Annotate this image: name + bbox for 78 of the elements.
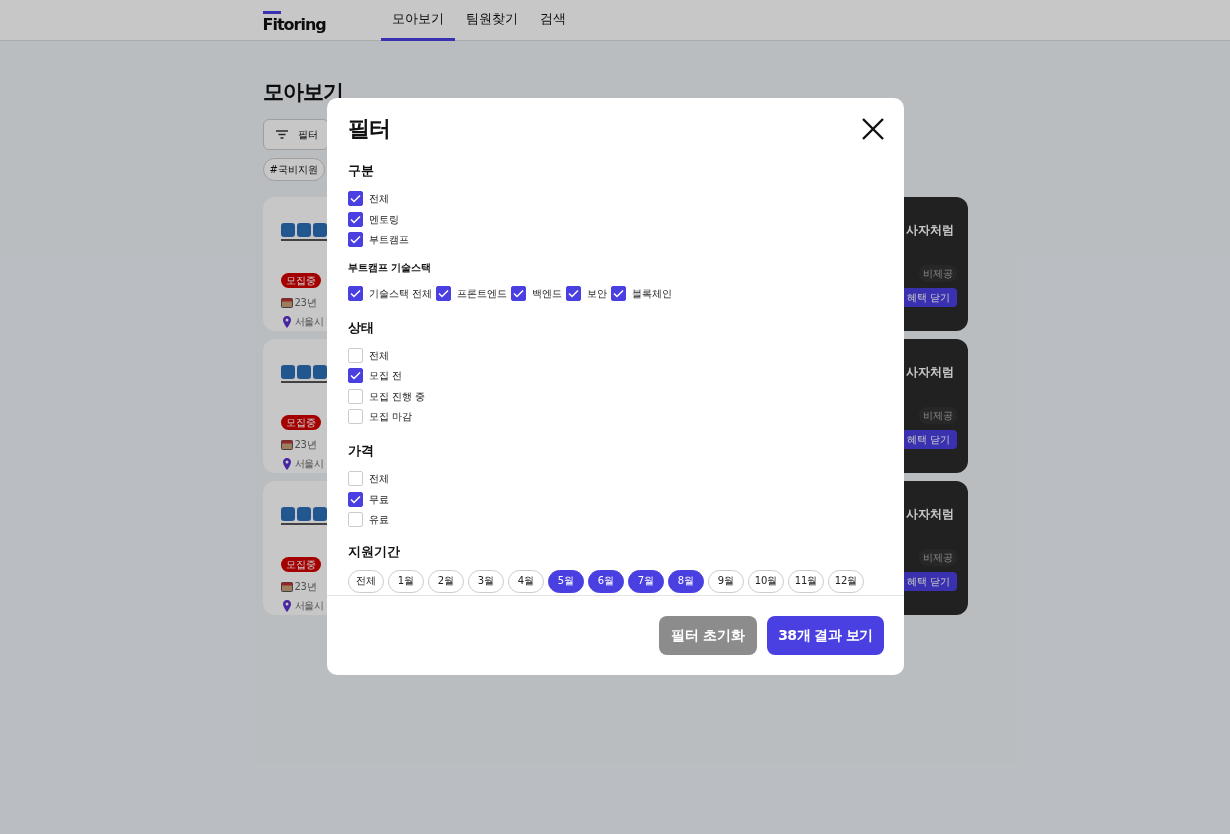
pin-icon — [280, 457, 293, 470]
checkbox[interactable] — [348, 211, 363, 227]
month-chip[interactable]: 2월 — [428, 569, 464, 593]
month-chip[interactable]: 11월 — [788, 569, 824, 593]
month-chip[interactable]: 10월 — [748, 569, 784, 593]
checkbox-label: 멘토링 — [369, 212, 399, 227]
month-chip[interactable]: 7월 — [628, 569, 664, 593]
pin-icon — [280, 315, 293, 328]
page-title: 모아보기 — [262, 80, 344, 106]
card-title: 사자처럼 — [905, 506, 954, 524]
month-chip[interactable]: 6월 — [588, 569, 624, 593]
tag-chip: 비제공 — [918, 549, 957, 567]
logo-drawing — [280, 504, 327, 527]
checkbox[interactable] — [348, 232, 363, 248]
checkbox-label: 블록체인 — [632, 286, 673, 301]
month-chip[interactable]: 1월 — [388, 569, 424, 593]
checkbox[interactable] — [436, 285, 452, 301]
tag-chip: 비제공 — [918, 265, 957, 283]
tag-chip[interactable]: #국비지원 — [262, 158, 325, 182]
checkbox-label: 모집 전 — [369, 369, 403, 384]
nav-tab[interactable]: 팀원찾기 — [454, 0, 529, 41]
section-title: 부트캠프 기술스택 — [348, 261, 433, 275]
checkbox-label: 전체 — [369, 348, 389, 363]
tag-chip: 비제공 — [918, 407, 957, 425]
calendar-icon — [280, 581, 293, 593]
checkbox-label: 부트캠프 — [369, 233, 409, 248]
close-icon[interactable] — [862, 117, 884, 140]
status-badge: 모집중 — [280, 557, 321, 573]
month-chip[interactable]: 4월 — [508, 569, 544, 593]
location-text: 서울시 — [294, 599, 324, 614]
card-title: 사자처럼 — [905, 222, 954, 240]
calendar-icon — [280, 297, 293, 309]
checkbox[interactable] — [511, 285, 527, 301]
month-chip[interactable]: 전체 — [348, 569, 384, 593]
checkbox[interactable] — [348, 368, 363, 384]
date-text: 23년 — [294, 296, 317, 311]
checkbox-label: 프론트엔드 — [457, 286, 508, 301]
card-title: 사자처럼 — [905, 364, 954, 382]
location-text: 서울시 — [294, 457, 324, 472]
status-badge: 모집중 — [280, 273, 321, 289]
checkbox-label: 무료 — [369, 492, 389, 507]
filter-icon — [275, 130, 288, 140]
calendar-icon — [280, 439, 293, 451]
pin-icon — [280, 599, 293, 612]
location-text: 서울시 — [294, 315, 324, 330]
checkbox-label: 모집 진행 중 — [369, 389, 426, 404]
checkbox-label: 보안 — [587, 286, 608, 301]
logo-drawing — [280, 220, 327, 243]
modal-title: 필터 — [348, 115, 390, 143]
month-chip[interactable]: 5월 — [548, 569, 584, 593]
section-title: 상태 — [348, 318, 375, 337]
filter-button[interactable]: 필터 — [262, 119, 329, 151]
date-text: 23년 — [294, 580, 317, 595]
month-chip[interactable]: 3월 — [468, 569, 504, 593]
section-title: 지원기간 — [348, 543, 401, 561]
date-text: 23년 — [294, 438, 317, 453]
checkbox-label: 모집 마감 — [369, 410, 413, 425]
checkbox[interactable] — [566, 285, 582, 301]
month-chip[interactable]: 9월 — [708, 569, 744, 593]
checkbox[interactable] — [348, 491, 363, 507]
checkbox-label: 전체 — [369, 472, 389, 487]
status-badge: 모집중 — [280, 415, 321, 431]
checkbox[interactable] — [611, 285, 627, 301]
checkbox[interactable] — [348, 191, 363, 207]
section-title: 구분 — [348, 162, 375, 180]
section-title: 가격 — [348, 442, 375, 460]
apply-button[interactable]: 38개 결과 보기 — [767, 616, 884, 655]
checkbox-label: 전체 — [369, 192, 389, 207]
logo-drawing — [280, 362, 327, 385]
checkbox-label: 백엔드 — [532, 286, 563, 301]
checkbox-label: 유료 — [369, 513, 389, 528]
nav-tab[interactable]: 검색 — [528, 0, 577, 41]
nav-tab[interactable]: 모아보기 — [380, 0, 455, 41]
month-chip[interactable]: 8월 — [668, 569, 704, 593]
checkbox-label: 기술스택 전체 — [369, 286, 433, 301]
checkbox[interactable] — [348, 285, 363, 301]
logo[interactable]: Fitoring — [262, 7, 381, 34]
month-chip[interactable]: 12월 — [828, 569, 864, 593]
